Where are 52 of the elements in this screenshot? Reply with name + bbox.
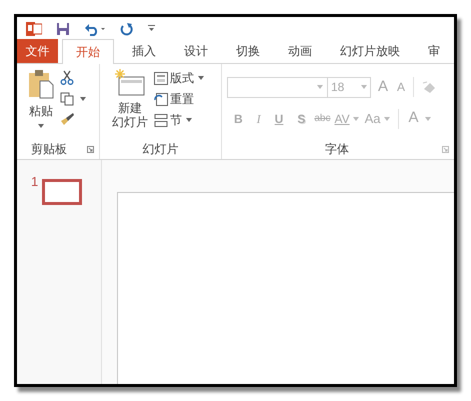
underline-button[interactable]: U xyxy=(274,110,284,128)
slide-thumbnail[interactable] xyxy=(42,179,82,205)
italic-button[interactable]: I xyxy=(256,110,261,128)
font-size-field[interactable]: 18 xyxy=(328,76,371,98)
change-case-button[interactable]: Aa xyxy=(364,108,390,128)
ribbon-tab[interactable]: 开始 xyxy=(62,39,114,64)
character-spacing-button[interactable]: AV xyxy=(334,110,359,128)
group-label: 剪贴板 xyxy=(31,141,68,158)
grow-font-button[interactable]: A xyxy=(378,76,388,98)
new-slide-button[interactable]: 新建 幻灯片 xyxy=(112,69,148,139)
bold-button[interactable]: B xyxy=(234,110,243,128)
ribbon-tab[interactable]: 切换 xyxy=(222,39,274,63)
caret-icon xyxy=(186,118,192,122)
caret-icon xyxy=(198,76,204,80)
ribbon-tab[interactable]: 设计 xyxy=(170,39,222,63)
ribbon-tab[interactable]: 动画 xyxy=(274,39,326,63)
reset-icon xyxy=(154,92,168,106)
layout-icon xyxy=(154,72,168,84)
caret-icon xyxy=(352,116,359,120)
clipboard-icon xyxy=(27,69,55,99)
slide-number: 1 xyxy=(31,175,38,188)
scissors-icon[interactable] xyxy=(60,70,74,85)
layout-button[interactable]: 版式 xyxy=(154,69,204,87)
customize-menu-icon[interactable] xyxy=(148,24,155,33)
ribbon-tab[interactable]: 插入 xyxy=(118,39,170,63)
section-icon xyxy=(154,114,168,126)
caret-icon xyxy=(424,116,431,120)
ribbon-tab[interactable]: 审 xyxy=(414,39,454,63)
group-label: 幻灯片 xyxy=(142,141,178,158)
section-button[interactable]: 节 xyxy=(154,111,204,129)
group-label: 字体 xyxy=(324,141,350,158)
undo-icon[interactable] xyxy=(84,22,106,36)
ribbon-tab[interactable]: 幻灯片放映 xyxy=(326,39,414,63)
paste-button[interactable]: 粘贴 xyxy=(22,69,60,139)
file-tab[interactable]: 文件 xyxy=(17,39,58,63)
dialog-launcher-icon[interactable] xyxy=(87,146,94,152)
caret-icon xyxy=(361,85,367,90)
font-color-button[interactable]: A xyxy=(408,107,431,130)
brush-icon[interactable] xyxy=(60,113,74,125)
new-slide-icon xyxy=(115,69,145,97)
shrink-font-button[interactable]: A xyxy=(397,78,406,96)
reset-button[interactable]: 重置 xyxy=(154,90,204,108)
shadow-button[interactable]: S xyxy=(297,110,306,128)
caret-icon xyxy=(38,124,44,128)
font-name-field[interactable] xyxy=(227,76,328,98)
caret-icon[interactable] xyxy=(80,97,86,101)
strikethrough-button[interactable]: abc xyxy=(314,111,330,126)
caret-icon xyxy=(317,85,323,90)
redo-icon[interactable] xyxy=(120,22,134,36)
copy-icon[interactable] xyxy=(60,92,75,106)
app-logo-icon xyxy=(26,20,42,36)
caret-icon xyxy=(384,116,390,120)
